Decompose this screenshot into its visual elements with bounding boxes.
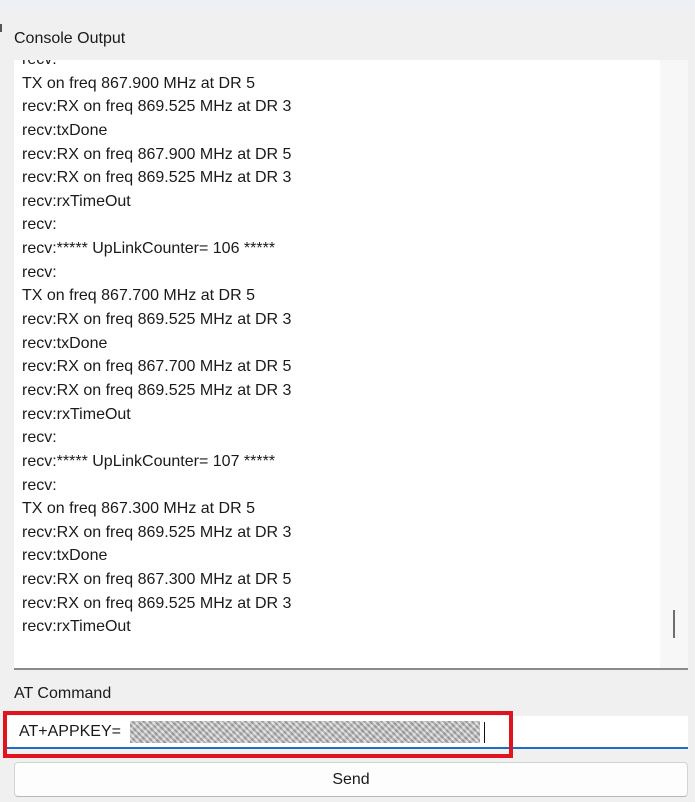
console-line: recv:txDone [22, 121, 108, 139]
console-line: recv:txDone [22, 547, 108, 565]
console-line: recv:RX on freq 869.525 MHz at DR 3 [22, 311, 292, 329]
console-line: recv:RX on freq 869.525 MHz at DR 3 [22, 98, 292, 116]
console-line: recv:RX on freq 869.525 MHz at DR 3 [22, 169, 292, 187]
console-line: recv: [22, 216, 57, 234]
console-line: recv: [22, 476, 57, 494]
console-scroll-thumb[interactable] [673, 610, 675, 638]
console-line: TX on freq 867.900 MHz at DR 5 [22, 74, 255, 92]
console-line: TX on freq 867.300 MHz at DR 5 [22, 500, 255, 518]
console-line: recv:rxTimeOut [22, 192, 131, 210]
masked-appkey [130, 721, 480, 743]
console-output-label: Console Output [14, 30, 126, 47]
console-line: recv:RX on freq 869.525 MHz at DR 3 [22, 381, 292, 399]
console-line: recv:txDone [22, 334, 108, 352]
console-lines: recv: TX on freq 867.900 MHz at DR 5 recv:… [22, 60, 291, 639]
console-line: recv:RX on freq 869.525 MHz at DR 3 [22, 523, 292, 541]
text-caret [484, 722, 485, 743]
send-button[interactable]: Send [14, 762, 688, 797]
console-line: TX on freq 867.700 MHz at DR 5 [22, 287, 255, 305]
at-command-label: AT Command [14, 685, 112, 702]
console-line: recv: [22, 429, 57, 447]
window-top-strip [0, 0, 695, 11]
console-scrollbar[interactable] [660, 60, 688, 668]
console-line: recv: [22, 263, 57, 281]
at-command-input[interactable]: AT+APPKEY= [7, 716, 688, 749]
console-line: recv:RX on freq 867.300 MHz at DR 5 [22, 571, 292, 589]
at-command-value: AT+APPKEY= [19, 723, 121, 740]
console-line: recv:RX on freq 869.525 MHz at DR 3 [22, 594, 292, 612]
console-line: recv:rxTimeOut [22, 405, 131, 423]
console-output-panel[interactable]: recv: TX on freq 867.900 MHz at DR 5 recv:… [14, 60, 688, 670]
corner-tick [0, 24, 2, 32]
console-line: recv:RX on freq 867.900 MHz at DR 5 [22, 145, 292, 163]
console-line: recv:RX on freq 867.700 MHz at DR 5 [22, 358, 292, 376]
console-line: recv: [22, 60, 291, 72]
console-line: recv:***** UpLinkCounter= 107 ***** [22, 452, 276, 470]
console-line: recv:***** UpLinkCounter= 106 ***** [22, 240, 276, 258]
console-line: recv:rxTimeOut [22, 618, 131, 636]
